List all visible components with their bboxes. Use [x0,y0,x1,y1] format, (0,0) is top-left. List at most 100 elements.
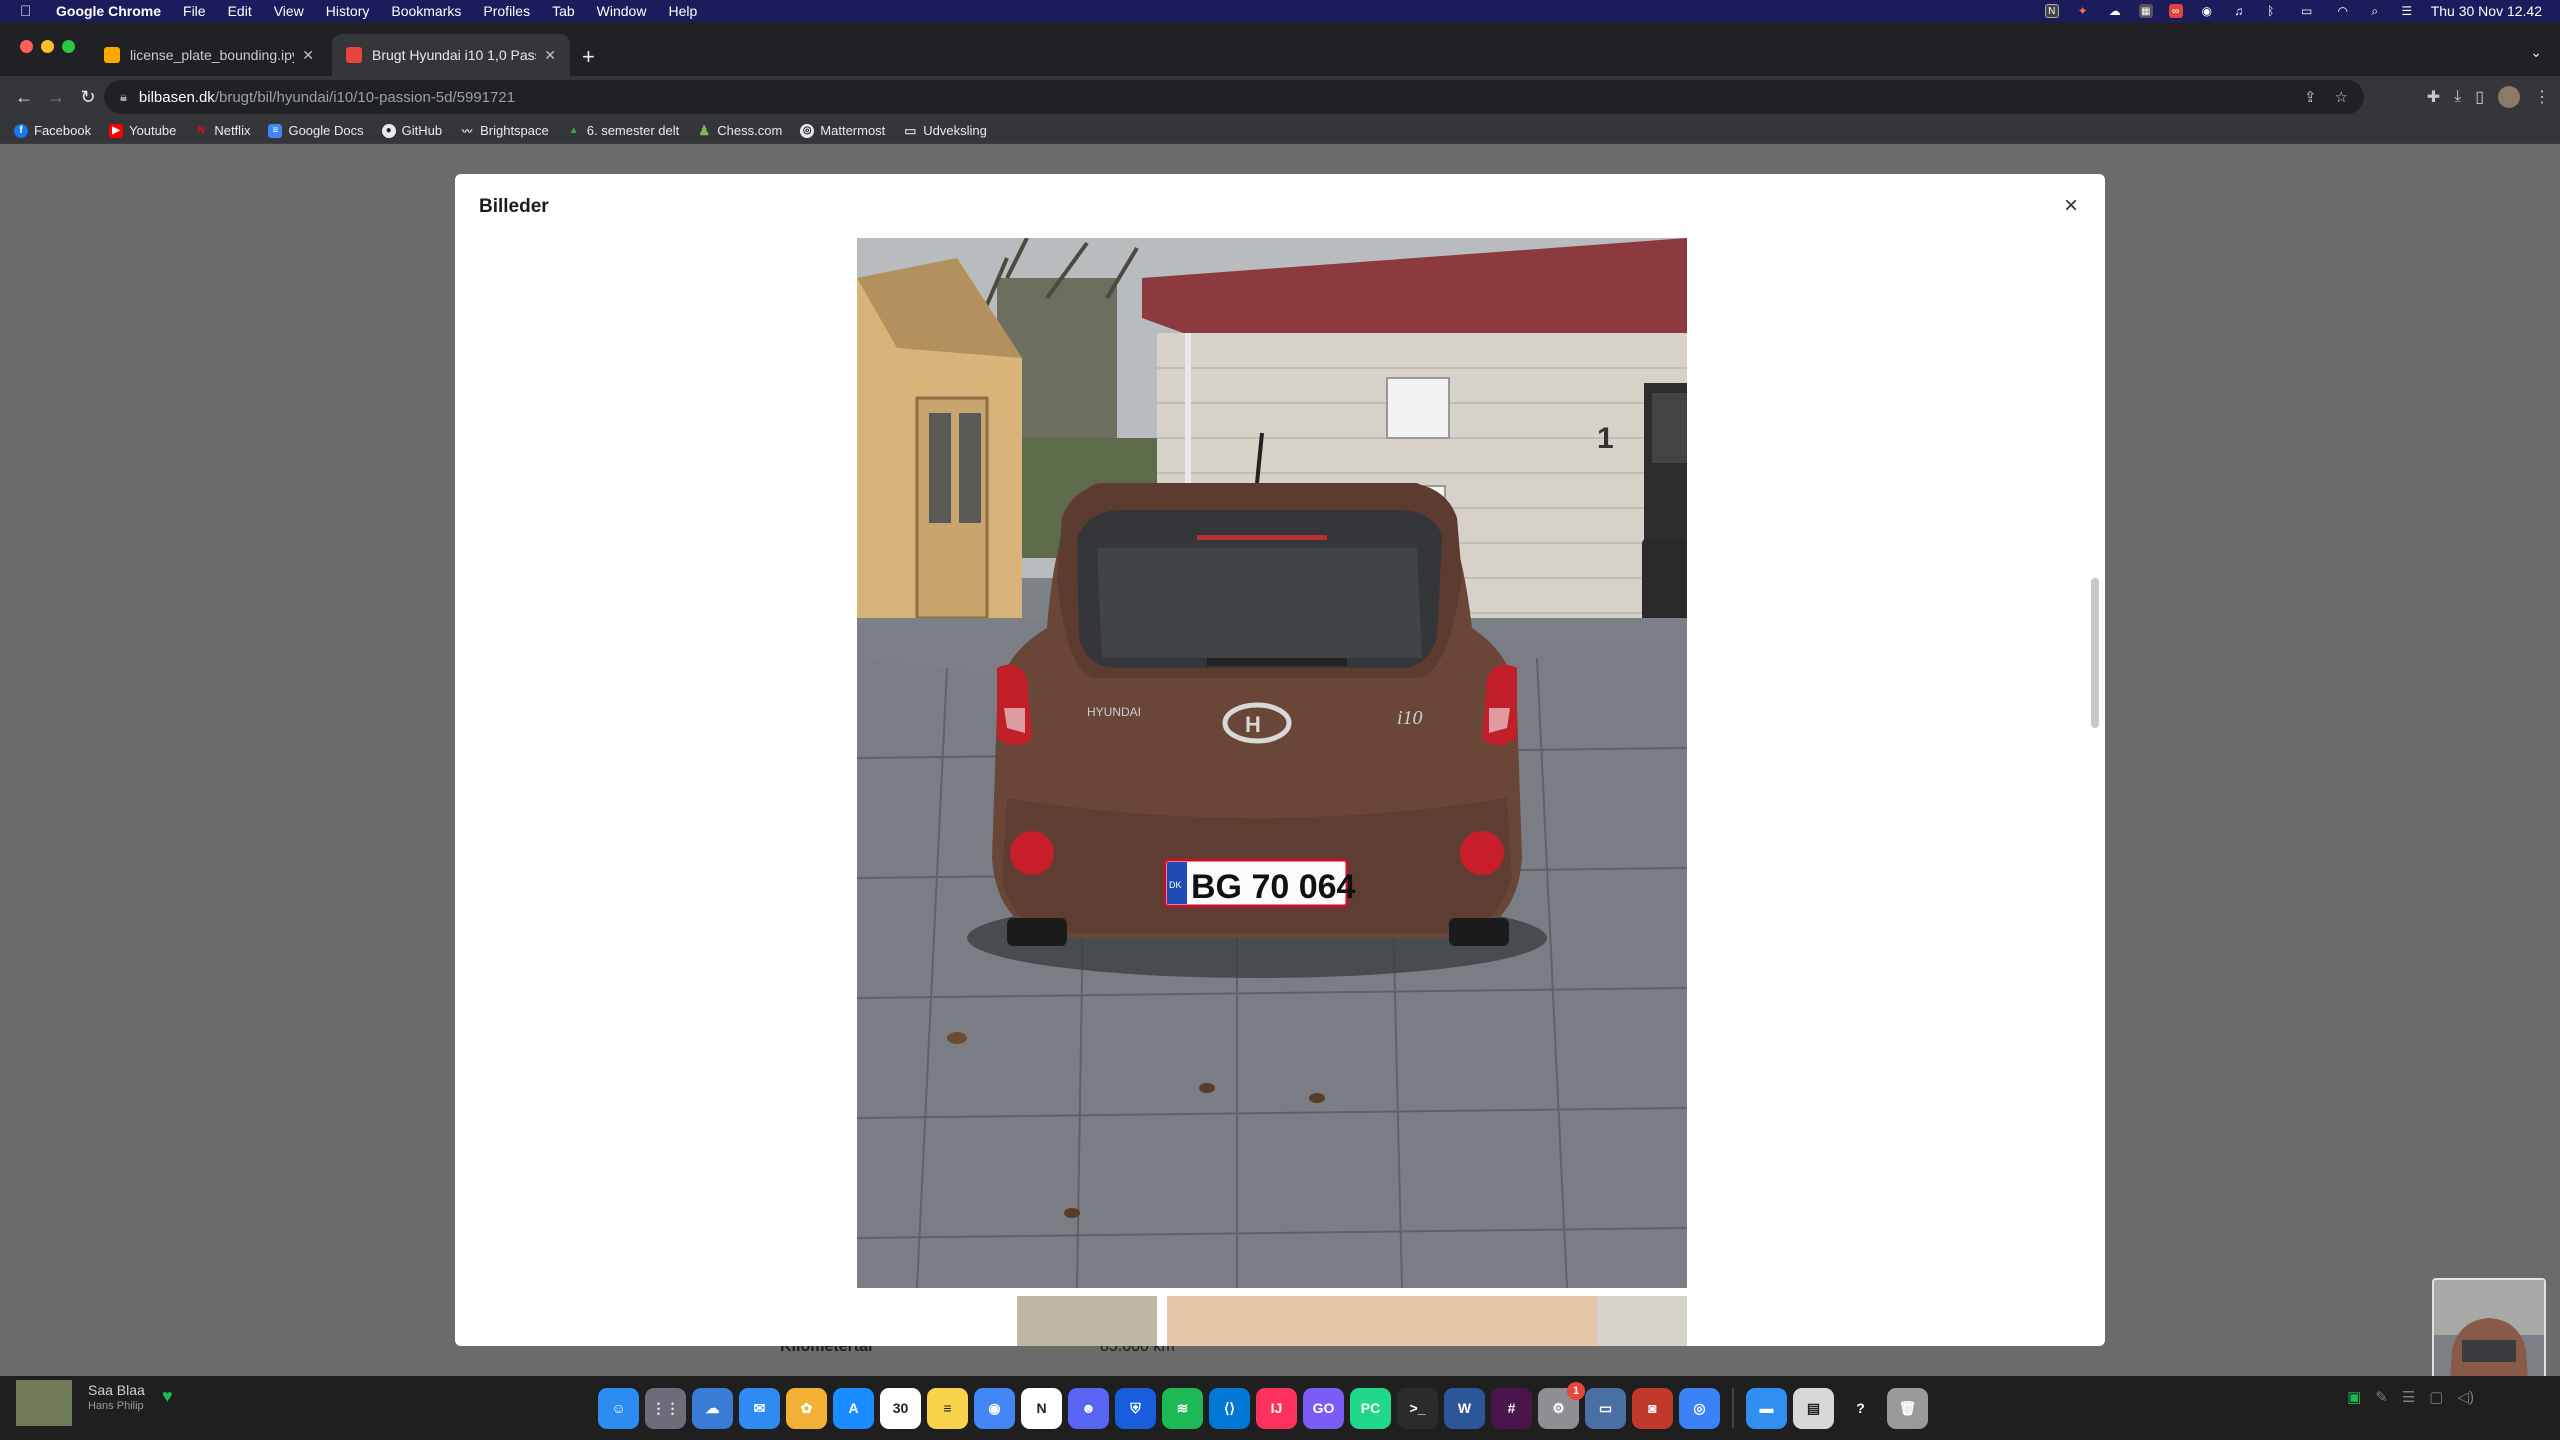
menu-file[interactable]: File [183,3,206,19]
menu-tab[interactable]: Tab [552,3,575,19]
dropbox-icon[interactable]: ✦ [2075,4,2091,18]
app-store-icon[interactable]: A [833,1387,874,1429]
bookmark-mattermost[interactable]: ◎ Mattermost [800,123,885,138]
tab-close-icon[interactable]: ✕ [302,47,314,64]
bluetooth-icon[interactable]: ᛒ [2263,4,2279,18]
bookmark-google-docs[interactable]: ≡ Google Docs [268,123,364,138]
terminal-icon[interactable]: >_ [1397,1387,1438,1429]
back-arrow-icon[interactable]: ← [8,81,40,113]
close-icon[interactable]: × [2057,192,2085,220]
battery-icon[interactable]: ▭ [2295,4,2319,18]
bookmark-netflix[interactable]: N Netflix [194,123,251,138]
kebab-menu-icon[interactable]: ⋮ [2534,87,2550,107]
bookmark-facebook[interactable]: f Facebook [14,123,91,138]
bookmark-star-icon[interactable]: ☆ [2335,88,2348,106]
control-center-icon[interactable]: ☰ [2399,4,2415,18]
menu-profiles[interactable]: Profiles [483,3,530,19]
bitwarden-icon[interactable]: ⛨ [1115,1387,1156,1429]
menubar-clock[interactable]: Thu 30 Nov 12.42 [2431,3,2542,19]
spotlight-search-icon[interactable]: ⌕ [2367,4,2383,18]
bookmark-brightspace[interactable]: 〰 Brightspace [460,123,549,138]
now-playing-artwork[interactable] [16,1380,72,1426]
discord-icon[interactable]: ☻ [1068,1387,1109,1429]
window-minimize-button[interactable] [41,40,54,53]
intellij-icon[interactable]: IJ [1256,1387,1297,1429]
launchpad-icon[interactable]: ⋮⋮ [645,1387,686,1429]
profile-avatar[interactable] [2498,86,2520,108]
extensions-puzzle-icon[interactable]: ✚ [2427,87,2440,107]
volume-icon[interactable]: ◁) [2457,1388,2474,1406]
photo-booth-icon[interactable]: ◙ [1632,1387,1673,1429]
cloud-sync-icon[interactable]: ☁ [2107,4,2123,18]
notion-icon[interactable]: N [2044,4,2059,18]
side-panel-icon[interactable]: ▯ [2475,87,2484,107]
photos-icon[interactable]: ✿ [786,1387,827,1429]
devices-icon[interactable]: ▢ [2429,1388,2443,1406]
mail-icon[interactable]: ✉ [739,1387,780,1429]
new-tab-icon[interactable]: + [582,44,595,70]
creative-cloud-icon[interactable]: ∞ [2168,4,2183,18]
next-car-photo-preview[interactable] [857,1296,1687,1346]
modal-scrollbar[interactable] [2091,238,2099,1338]
license-plate-text: BG 70 064 [1191,868,1356,906]
heart-icon[interactable]: ♥ [162,1386,173,1407]
pycharm-icon[interactable]: PC [1350,1387,1391,1429]
bookmark-label: Google Docs [288,123,364,138]
menu-edit[interactable]: Edit [228,3,252,19]
play-circle-icon[interactable]: ◉ [2199,4,2215,18]
tab-close-icon[interactable]: ✕ [544,47,556,64]
bookmark-udveksling[interactable]: ▭ Udveksling [903,123,987,139]
menu-view[interactable]: View [274,3,304,19]
address-bar[interactable]: 🔒︎ bilbasen.dk/brugt/bil/hyundai/i10/10-… [104,80,2364,114]
spotify-icon[interactable]: ≋ [1162,1387,1203,1429]
tab-bilbasen-listing[interactable]: Brugt Hyundai i10 1,0 Passion ✕ [332,34,570,76]
bookmark-youtube[interactable]: ▶ Youtube [109,123,176,138]
scrollbar-thumb[interactable] [2091,578,2099,728]
dock-separator [1732,1388,1734,1428]
system-settings-icon[interactable]: ⚙ 1 [1538,1381,1585,1429]
menu-window[interactable]: Window [597,3,647,19]
calendar-icon[interactable]: ▦ [2138,4,2153,18]
goland-icon[interactable]: GO [1303,1387,1344,1429]
share-icon[interactable]: ⇪ [2304,88,2317,106]
menu-history[interactable]: History [326,3,370,19]
trash-icon[interactable]: 🗑 [1887,1387,1928,1429]
window-close-button[interactable] [20,40,33,53]
car-photo[interactable]: 1 H HYUNDAI i10 DK BG 70 064 [857,238,1687,1288]
tab-license-plate-notebook[interactable]: license_plate_bounding.ipynb ✕ [90,34,328,76]
document-icon[interactable]: ▤ [1793,1387,1834,1429]
bookmark-github[interactable]: ● GitHub [381,123,442,138]
safari-preview-icon[interactable]: ◎ [1679,1387,1720,1429]
queue-icon[interactable]: ☰ [2402,1388,2415,1406]
window-zoom-button[interactable] [62,40,75,53]
word-icon[interactable]: W [1444,1387,1485,1429]
slack-icon[interactable]: # [1491,1387,1532,1429]
now-playing-title: Saa Blaa [88,1382,145,1398]
bookmark-chess[interactable]: ♟ Chess.com [697,123,782,139]
notion-icon[interactable]: N [1021,1387,1062,1429]
help-icon[interactable]: ? [1840,1387,1881,1429]
menu-bookmarks[interactable]: Bookmarks [391,3,461,19]
weather-icon[interactable]: ☁ [692,1387,733,1429]
reload-icon[interactable]: ↻ [72,81,104,113]
notes-icon[interactable]: ≡ [927,1387,968,1429]
spotify-mini-controls: ▣ ✎ ☰ ▢ ◁) [2347,1388,2474,1406]
wifi-icon[interactable]: ◠ [2335,4,2351,18]
menu-help[interactable]: Help [668,3,697,19]
site-info-icon[interactable]: 🔒︎ [120,89,127,105]
lyrics-icon[interactable]: ▣ [2347,1388,2361,1406]
vscode-icon[interactable]: ⟨⟩ [1209,1387,1250,1429]
downloads-icon[interactable]: ⤓ [2454,88,2461,106]
tab-search-chevron-icon[interactable]: ⌄ [2530,44,2542,61]
chrome-icon[interactable]: ◉ [974,1387,1015,1429]
menu-app-name[interactable]: Google Chrome [56,3,161,19]
finder-icon[interactable]: ☺ [598,1387,639,1429]
headphones-icon[interactable]: ♫ [2231,4,2247,18]
calendar-icon[interactable]: 30 [880,1387,921,1429]
forward-arrow-icon[interactable]: → [40,81,72,113]
folder-icon[interactable]: ▬ [1746,1387,1787,1429]
apple-icon[interactable]:  [20,3,38,20]
bookmark-6-semester-delt[interactable]: ▲ 6. semester delt [567,123,679,138]
edit-icon[interactable]: ✎ [2375,1388,2388,1406]
screen-sharing-icon[interactable]: ▭ [1585,1387,1626,1429]
